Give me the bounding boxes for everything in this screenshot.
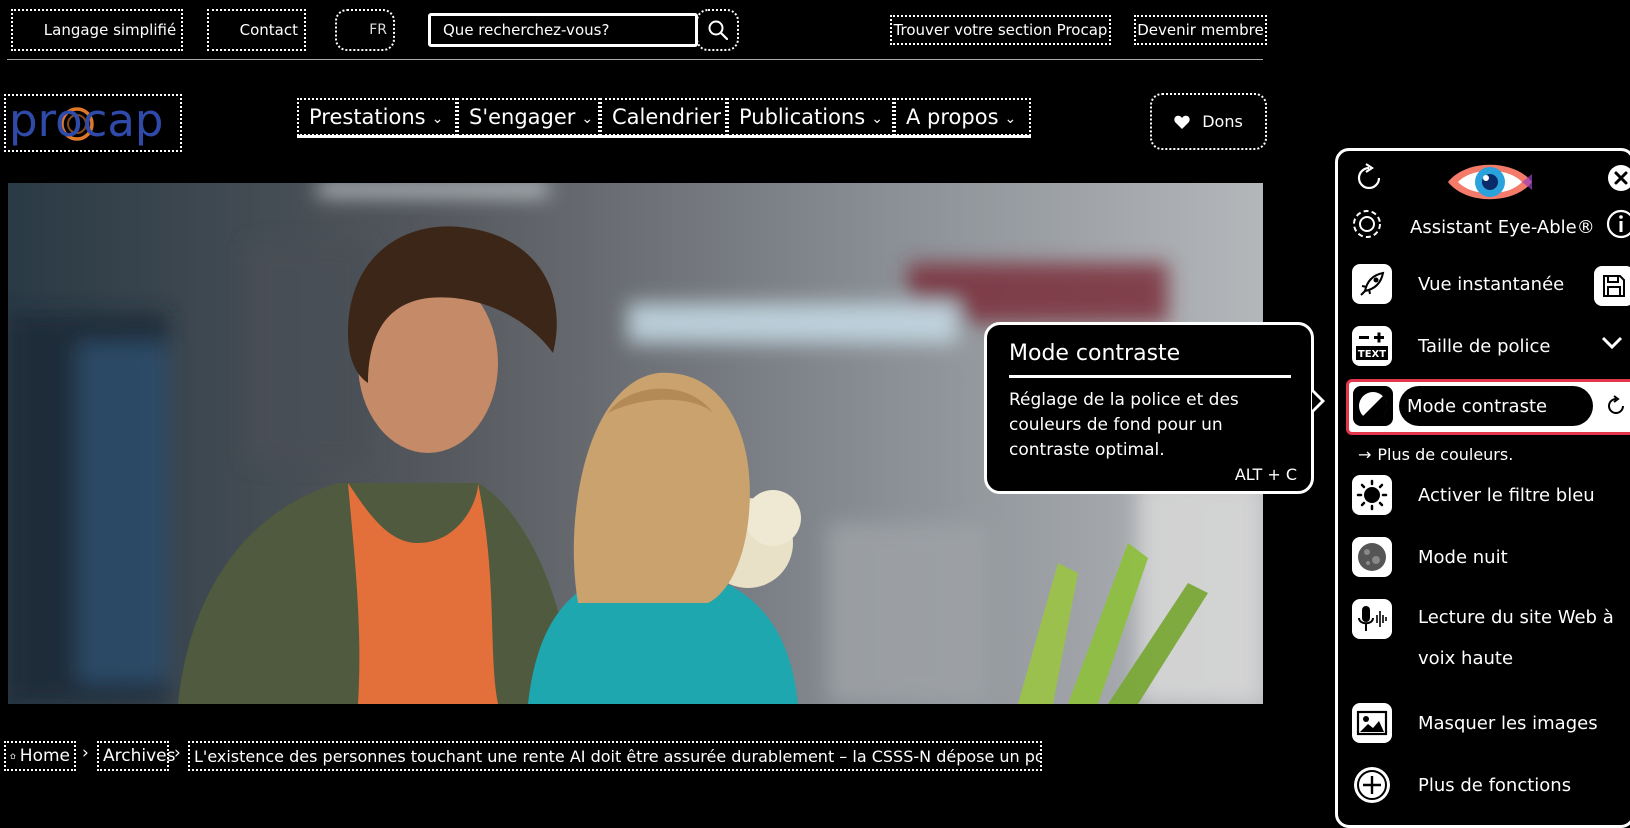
gear-icon [1353, 210, 1381, 238]
nav-calendrier[interactable]: Calendrier [600, 98, 727, 136]
logo-link[interactable]: procap [4, 94, 182, 152]
chevron-down-icon: ⌄ [581, 111, 594, 127]
contact-label: Contact [239, 21, 298, 39]
more-colors-label: Plus de couleurs. [1377, 445, 1514, 464]
breadcrumb-current[interactable]: L'existence des personnes touchant une r… [188, 741, 1042, 771]
save-settings-button[interactable] [1594, 266, 1630, 306]
feature-read-aloud-label: Lecture du site Web à voix haute [1418, 607, 1614, 669]
home-icon [10, 753, 16, 759]
assistant-title: Assistant Eye-Able® [1410, 217, 1595, 238]
search-icon [708, 20, 728, 40]
nav-sengager[interactable]: S'engager ⌄ [457, 98, 600, 136]
become-member-label: Devenir membre [1137, 21, 1264, 39]
nav-underline [297, 135, 1031, 138]
close-panel-button[interactable] [1606, 163, 1630, 197]
info-button[interactable] [1606, 209, 1630, 243]
breadcrumb-separator: › [82, 743, 89, 763]
tooltip-title: Mode contraste [1009, 341, 1181, 366]
feature-blue-filter-label: Activer le filtre bleu [1418, 484, 1595, 506]
breadcrumb-archives-label: Archives [103, 746, 176, 766]
nav-calendrier-label: Calendrier [612, 105, 721, 129]
more-colors-link[interactable]: → Plus de couleurs. [1358, 445, 1513, 464]
nav-sengager-label: S'engager [469, 105, 576, 129]
feature-quick-view-label: Vue instantanée [1418, 273, 1565, 295]
reset-button[interactable] [1352, 161, 1386, 199]
rocket-icon [1352, 264, 1392, 304]
language-label: FR [369, 22, 387, 38]
feature-blue-filter[interactable]: Activer le filtre bleu [1352, 475, 1622, 515]
feature-night-mode-label: Mode nuit [1418, 546, 1508, 568]
chevron-down-icon: ⌄ [871, 111, 883, 127]
feature-hide-images[interactable]: Masquer les images [1352, 703, 1622, 743]
contrast-tooltip: Mode contraste Réglage de la police et d… [984, 322, 1314, 494]
eye-able-panel: Assistant Eye-Able® Vue instantanée TEXT… [1335, 148, 1630, 828]
language-selector[interactable]: FR [335, 9, 395, 51]
nav-prestations[interactable]: Prestations ⌄ [297, 98, 457, 136]
search-button[interactable] [696, 9, 739, 51]
tooltip-arrow-inner [1312, 392, 1321, 410]
procap-logo: procap [9, 96, 164, 147]
feature-contrast[interactable]: Mode contraste [1346, 379, 1630, 435]
nav-publications-label: Publications [739, 105, 866, 129]
refresh-icon [1357, 163, 1381, 190]
moon-icon [1352, 537, 1392, 577]
breadcrumb-separator: › [174, 743, 181, 763]
chevron-down-icon [1601, 336, 1623, 350]
eye-icon [1448, 164, 1532, 200]
nav-apropos-label: A propos [906, 105, 999, 129]
svg-text:TEXT: TEXT [1358, 349, 1386, 360]
nav-apropos[interactable]: A propos ⌄ [894, 98, 1031, 136]
microphone-icon [1352, 599, 1392, 639]
tooltip-shortcut: ALT + C [1234, 465, 1297, 484]
become-member-link[interactable]: Devenir membre [1134, 15, 1267, 45]
feature-contrast-label: Mode contraste [1407, 395, 1548, 417]
find-section-label: Trouver votre section Procap [893, 21, 1108, 39]
arrow-right-icon: → [1358, 445, 1372, 464]
close-icon [1608, 165, 1630, 191]
feature-hide-images-label: Masquer les images [1418, 712, 1598, 734]
nav-publications[interactable]: Publications ⌄ [727, 98, 894, 136]
tooltip-body: Réglage de la police et des couleurs de … [1009, 390, 1239, 460]
breadcrumb-home[interactable]: Home [4, 741, 76, 771]
breadcrumb-home-label: Home [19, 746, 70, 766]
feature-font-size-label: Taille de police [1418, 335, 1551, 357]
feature-night-mode[interactable]: Mode nuit [1352, 537, 1582, 577]
settings-button[interactable] [1349, 206, 1385, 246]
font-size-expand[interactable] [1600, 335, 1624, 355]
donate-label: Dons [1202, 112, 1243, 131]
feature-more-functions[interactable]: Plus de fonctions [1352, 765, 1622, 805]
donate-button[interactable]: Dons [1150, 93, 1267, 150]
breadcrumb-current-label: L'existence des personnes touchant une r… [194, 746, 1042, 766]
floppy-disk-icon [1603, 275, 1625, 297]
text-size-icon: TEXT [1352, 326, 1392, 366]
contact-button[interactable]: Contact [207, 9, 306, 51]
contrast-label-pill: Mode contraste [1399, 386, 1593, 426]
top-divider [7, 59, 1263, 60]
logo-text: procap [9, 96, 164, 147]
simple-language-label: Langage simplifié [43, 21, 177, 39]
plus-circle-icon [1352, 765, 1392, 805]
sun-icon [1352, 475, 1392, 515]
contrast-icon [1353, 386, 1393, 426]
feature-font-size[interactable]: TEXT Taille de police [1352, 326, 1582, 366]
breadcrumb-archives[interactable]: Archives [97, 741, 175, 771]
find-section-link[interactable]: Trouver votre section Procap [890, 15, 1111, 45]
chevron-down-icon: ⌄ [1004, 111, 1017, 127]
refresh-icon [1608, 395, 1624, 414]
feature-read-aloud[interactable]: Lecture du site Web à voix haute [1352, 599, 1622, 679]
info-icon [1606, 209, 1630, 239]
heart-icon [1174, 115, 1190, 129]
contrast-reset[interactable] [1605, 395, 1627, 421]
simple-language-button[interactable]: Langage simplifié [11, 9, 183, 51]
search-input[interactable] [428, 13, 698, 47]
chevron-down-icon: ⌄ [431, 111, 444, 127]
image-icon [1352, 703, 1392, 743]
feature-more-functions-label: Plus de fonctions [1418, 774, 1572, 796]
feature-quick-view[interactable]: Vue instantanée [1352, 264, 1582, 304]
nav-prestations-label: Prestations [309, 105, 426, 129]
tooltip-divider [1009, 375, 1291, 378]
eye-able-logo [1446, 157, 1534, 211]
